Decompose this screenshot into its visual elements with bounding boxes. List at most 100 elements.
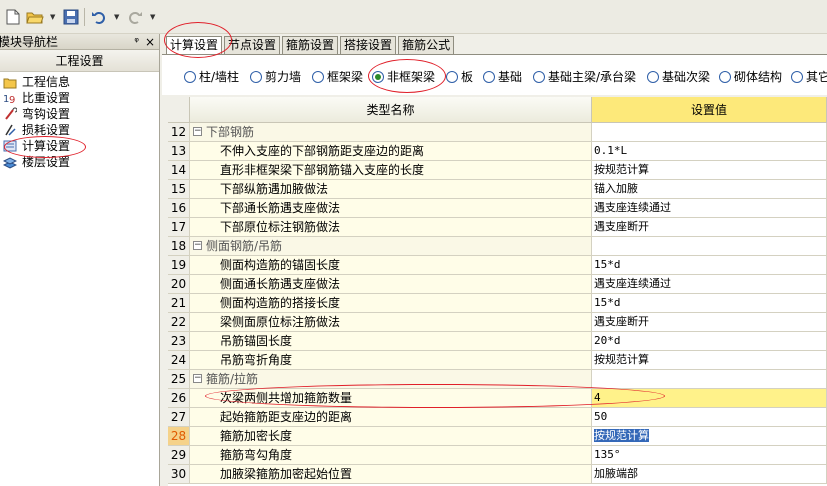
tab-stirrup-settings[interactable]: 箍筋设置: [282, 36, 339, 54]
row-number[interactable]: 23: [168, 332, 190, 351]
row-type-name[interactable]: 箍筋加密长度: [190, 427, 592, 446]
row-type-name[interactable]: 直形非框架梁下部钢筋锚入支座的长度: [190, 161, 592, 180]
row-type-name[interactable]: 下部纵筋遇加腋做法: [190, 180, 592, 199]
row-type-name[interactable]: 次梁两侧共增加箍筋数量: [190, 389, 592, 408]
row-setting-value[interactable]: [592, 237, 827, 256]
new-file-icon[interactable]: [4, 8, 22, 26]
row-setting-value[interactable]: 加腋端部: [592, 465, 827, 484]
tab-node-settings[interactable]: 节点设置: [224, 36, 281, 54]
close-icon[interactable]: ×: [145, 34, 155, 50]
radio-foundation-secondary-beam[interactable]: 基础次梁: [647, 69, 710, 85]
row-setting-value[interactable]: 遇支座连续通过: [592, 199, 827, 218]
radio-non-frame-beam[interactable]: 非框架梁: [372, 69, 435, 85]
open-folder-icon[interactable]: [26, 8, 44, 26]
group-row[interactable]: 12− 下部钢筋: [168, 123, 827, 142]
row-number[interactable]: 25: [168, 370, 190, 389]
table-row[interactable]: 13 不伸入支座的下部钢筋距支座边的距离 0.1*L: [168, 142, 827, 161]
table-row[interactable]: 17 下部原位标注钢筋做法 遇支座断开: [168, 218, 827, 237]
row-setting-value[interactable]: 20*d: [592, 332, 827, 351]
row-type-name[interactable]: 箍筋弯勾角度: [190, 446, 592, 465]
table-row[interactable]: 27 起始箍筋距支座边的距离 50: [168, 408, 827, 427]
row-type-name[interactable]: 吊筋弯折角度: [190, 351, 592, 370]
row-type-name[interactable]: 侧面通长筋遇支座做法: [190, 275, 592, 294]
row-number[interactable]: 19: [168, 256, 190, 275]
radio-other[interactable]: 其它: [791, 69, 827, 85]
radio-shear-wall[interactable]: 剪力墙: [250, 69, 301, 85]
pin-icon[interactable]: ᵠ: [134, 34, 139, 50]
table-row[interactable]: 26 次梁两侧共增加箍筋数量 4: [168, 389, 827, 408]
row-setting-value[interactable]: 遇支座断开: [592, 313, 827, 332]
row-type-name[interactable]: − 箍筋/拉筋: [190, 370, 592, 389]
redo-dropdown-icon[interactable]: ▼: [150, 14, 156, 21]
row-setting-value[interactable]: [592, 123, 827, 142]
row-type-name[interactable]: 吊筋锚固长度: [190, 332, 592, 351]
table-row[interactable]: 21 侧面构造筋的搭接长度 15*d: [168, 294, 827, 313]
row-number[interactable]: 13: [168, 142, 190, 161]
nav-item-loss[interactable]: 损耗设置: [0, 122, 159, 138]
row-setting-value[interactable]: 遇支座断开: [592, 218, 827, 237]
header-type-name[interactable]: 类型名称: [190, 97, 592, 123]
table-row[interactable]: 16 下部通长筋遇支座做法 遇支座连续通过: [168, 199, 827, 218]
open-dropdown-icon[interactable]: ▼: [50, 14, 56, 21]
nav-item-calc-settings[interactable]: 计算设置: [0, 138, 159, 154]
redo-icon[interactable]: [126, 8, 144, 26]
row-setting-value[interactable]: 15*d: [592, 256, 827, 275]
row-number[interactable]: 28: [168, 427, 190, 446]
row-number[interactable]: 22: [168, 313, 190, 332]
table-row[interactable]: 22 梁侧面原位标注筋做法 遇支座断开: [168, 313, 827, 332]
row-setting-value[interactable]: 4: [592, 389, 827, 408]
tab-lap-settings[interactable]: 搭接设置: [340, 36, 397, 54]
row-number[interactable]: 17: [168, 218, 190, 237]
row-number[interactable]: 30: [168, 465, 190, 484]
row-number[interactable]: 26: [168, 389, 190, 408]
radio-slab[interactable]: 板: [446, 69, 473, 85]
row-type-name[interactable]: 侧面构造筋的锚固长度: [190, 256, 592, 275]
row-number[interactable]: 24: [168, 351, 190, 370]
radio-column[interactable]: 柱/墙柱: [184, 69, 239, 85]
table-row[interactable]: 20 侧面通长筋遇支座做法 遇支座连续通过: [168, 275, 827, 294]
row-setting-value[interactable]: 50: [592, 408, 827, 427]
row-setting-value[interactable]: 按规范计算: [592, 161, 827, 180]
tab-stirrup-formula[interactable]: 箍筋公式: [398, 36, 455, 54]
collapse-icon[interactable]: −: [193, 127, 202, 136]
row-type-name[interactable]: − 下部钢筋: [190, 123, 592, 142]
row-number[interactable]: 16: [168, 199, 190, 218]
row-setting-value[interactable]: 按规范计算: [592, 427, 827, 446]
row-number[interactable]: 27: [168, 408, 190, 427]
header-setting-value[interactable]: 设置值: [592, 97, 827, 123]
row-type-name[interactable]: 起始箍筋距支座边的距离: [190, 408, 592, 427]
row-setting-value[interactable]: 15*d: [592, 294, 827, 313]
save-icon[interactable]: [62, 8, 80, 26]
row-setting-value[interactable]: 0.1*L: [592, 142, 827, 161]
row-setting-value[interactable]: 按规范计算: [592, 351, 827, 370]
row-type-name[interactable]: − 侧面钢筋/吊筋: [190, 237, 592, 256]
nav-item-floor[interactable]: 楼层设置: [0, 154, 159, 170]
row-setting-value[interactable]: [592, 370, 827, 389]
row-number[interactable]: 14: [168, 161, 190, 180]
row-number[interactable]: 15: [168, 180, 190, 199]
table-row[interactable]: 29 箍筋弯勾角度 135°: [168, 446, 827, 465]
table-row[interactable]: 23 吊筋锚固长度 20*d: [168, 332, 827, 351]
row-setting-value[interactable]: 遇支座连续通过: [592, 275, 827, 294]
table-row[interactable]: 28 箍筋加密长度 按规范计算: [168, 427, 827, 446]
collapse-icon[interactable]: −: [193, 374, 202, 383]
undo-dropdown-icon[interactable]: ▼: [114, 14, 120, 21]
collapse-icon[interactable]: −: [193, 241, 202, 250]
row-type-name[interactable]: 不伸入支座的下部钢筋距支座边的距离: [190, 142, 592, 161]
row-type-name[interactable]: 下部通长筋遇支座做法: [190, 199, 592, 218]
undo-icon[interactable]: [90, 8, 108, 26]
row-number[interactable]: 29: [168, 446, 190, 465]
table-row[interactable]: 19 侧面构造筋的锚固长度 15*d: [168, 256, 827, 275]
row-number[interactable]: 18: [168, 237, 190, 256]
row-number[interactable]: 12: [168, 123, 190, 142]
table-row[interactable]: 30 加腋梁箍筋加密起始位置 加腋端部: [168, 465, 827, 484]
nav-item-project-info[interactable]: 工程信息: [0, 74, 159, 90]
nav-item-weight[interactable]: 19 比重设置: [0, 90, 159, 106]
row-number[interactable]: 21: [168, 294, 190, 313]
group-row[interactable]: 18− 侧面钢筋/吊筋: [168, 237, 827, 256]
row-setting-value[interactable]: 锚入加腋: [592, 180, 827, 199]
tab-calc-settings[interactable]: 计算设置: [166, 36, 223, 55]
table-row[interactable]: 24 吊筋弯折角度 按规范计算: [168, 351, 827, 370]
radio-foundation[interactable]: 基础: [483, 69, 522, 85]
radio-masonry[interactable]: 砌体结构: [719, 69, 782, 85]
